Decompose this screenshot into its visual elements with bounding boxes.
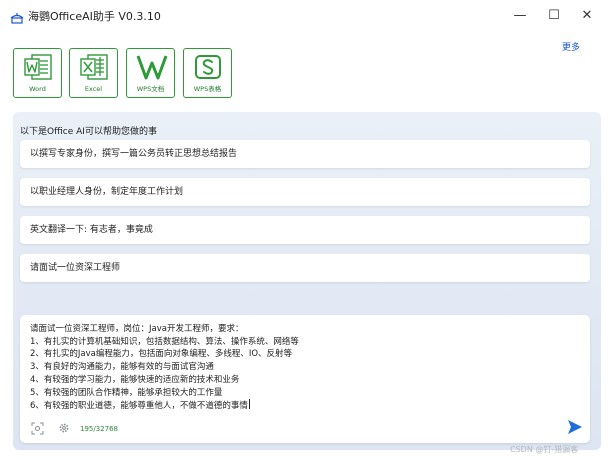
- send-button[interactable]: [566, 418, 584, 436]
- suggestion-item[interactable]: 以撰写专家身份，撰写一篇公务员转正思想总结报告: [20, 140, 590, 168]
- word-label: Word: [29, 85, 46, 93]
- wps-doc-app-button[interactable]: WPS文档: [126, 48, 175, 98]
- title-bar: 海鹦OfficeAI助手 V0.3.10 — ☐ ✕: [0, 0, 611, 32]
- suggestion-item[interactable]: 请面试一位资深工程师: [20, 254, 590, 282]
- wps-sheet-app-button[interactable]: WPS表格: [183, 48, 232, 98]
- wps-sheet-label: WPS表格: [193, 85, 222, 93]
- app-logo-icon: [10, 9, 24, 24]
- word-icon: [24, 54, 52, 80]
- prompt-line: 请面试一位资深工程师，岗位：Java开发工程师，要求：: [30, 324, 244, 334]
- excel-label: Excel: [84, 85, 103, 93]
- maximize-button[interactable]: ☐: [541, 4, 567, 26]
- prompt-line: 4、有较强的学习能力，能够快速的适应新的技术和业务: [30, 374, 240, 385]
- word-app-button[interactable]: Word: [13, 48, 62, 98]
- watermark: CSDN @钉-猎漏客: [510, 445, 579, 454]
- settings-button[interactable]: [57, 421, 71, 435]
- more-link[interactable]: 更多: [562, 40, 580, 53]
- wps-doc-label: WPS文档: [136, 85, 165, 93]
- send-icon: [568, 420, 582, 434]
- gear-icon: [59, 423, 69, 433]
- excel-app-button[interactable]: Excel: [69, 48, 118, 98]
- prompt-line: 5、有较强的团队合作精神，能够承担较大的工作量: [30, 387, 223, 398]
- prompt-line: 6、有较强的职业道德，能够尊重他人，不做不道德的事情: [30, 401, 248, 412]
- prompt-line-last: 6、有较强的职业道德，能够尊重他人，不做不道德的事情: [30, 399, 570, 413]
- close-button[interactable]: ✕: [574, 4, 600, 26]
- prompt-line: 3、有良好的沟通能力，能够有效的与面试官沟通: [30, 362, 214, 373]
- excel-icon: [80, 54, 108, 80]
- wps-sheet-icon: [195, 55, 221, 79]
- prompt-line: 2、有扎实的Java编程能力，包括面向对象编程、多线程、IO、反射等: [30, 349, 293, 360]
- prompt-text[interactable]: 请面试一位资深工程师，岗位：Java开发工程师，要求： 1、有扎实的计算机基础知…: [30, 323, 570, 413]
- section-title: 以下是Office AI可以帮助您做的事: [20, 127, 157, 137]
- screenshot-icon: [31, 422, 43, 434]
- text-caret: [248, 399, 250, 410]
- window-title: 海鹦OfficeAI助手 V0.3.10: [28, 10, 161, 23]
- screenshot-button[interactable]: [30, 421, 44, 435]
- suggestion-item[interactable]: 英文翻译一下: 有志者，事竟成: [20, 216, 590, 244]
- minimize-button[interactable]: —: [507, 4, 533, 26]
- wps-doc-icon: [136, 55, 168, 80]
- char-count: 195/32768: [80, 425, 118, 433]
- prompt-line: 1、有扎实的计算机基础知识，包括数据结构、算法、操作系统、网络等: [30, 336, 299, 347]
- suggestion-item[interactable]: 以职业经理人身份，制定年度工作计划: [20, 178, 590, 206]
